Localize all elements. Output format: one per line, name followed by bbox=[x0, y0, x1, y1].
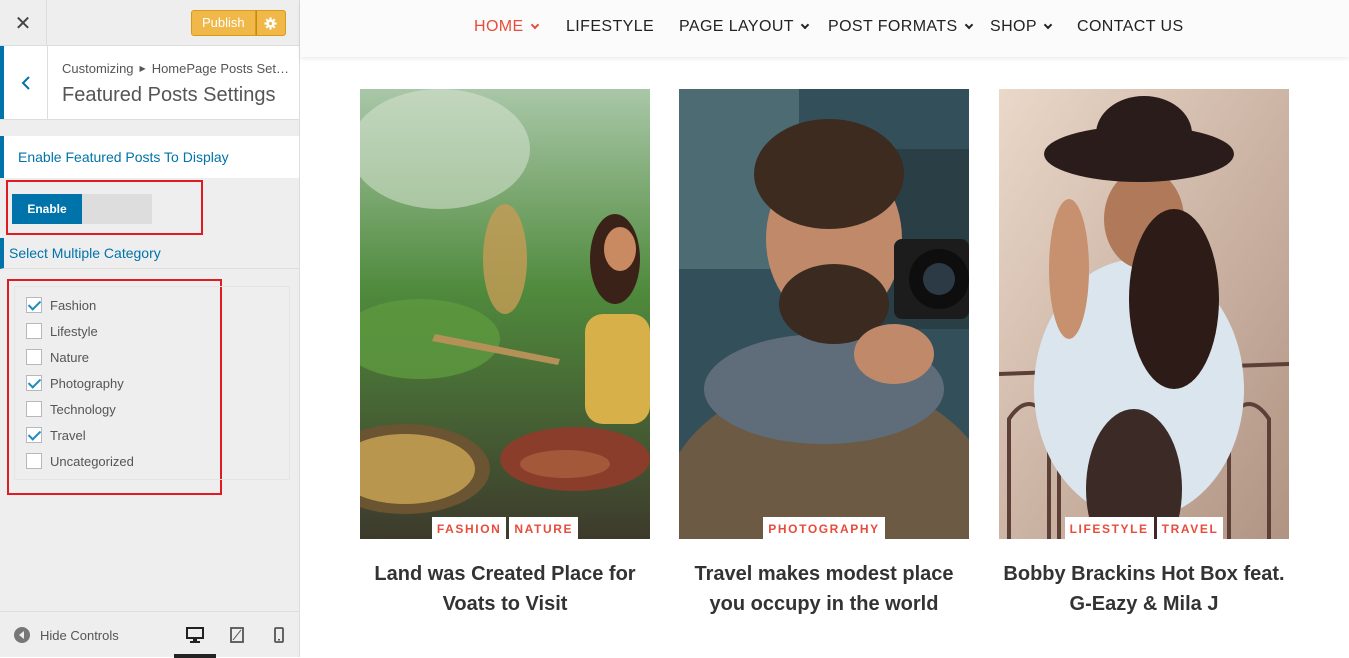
post-image-woman-hat[interactable]: LIFESTYLE TRAVEL bbox=[999, 89, 1289, 539]
category-label: Nature bbox=[50, 349, 90, 365]
category-label: Fashion bbox=[50, 297, 97, 313]
hide-controls-button[interactable]: Hide Controls bbox=[14, 612, 119, 658]
post-title[interactable]: Bobby Brackins Hot Box feat. G-Eazy & Mil… bbox=[989, 559, 1299, 619]
category-checkbox[interactable] bbox=[26, 401, 42, 417]
nav-item-home[interactable]: HOME bbox=[474, 18, 539, 36]
post-image-rice-winnowing[interactable]: FASHION NATURE bbox=[360, 89, 650, 539]
post-tags: FASHION NATURE bbox=[360, 517, 650, 539]
category-label: Lifestyle bbox=[50, 323, 98, 339]
close-customizer-button[interactable]: ✕ bbox=[0, 0, 47, 46]
tag-photography[interactable]: PHOTOGRAPHY bbox=[763, 517, 885, 539]
enable-toggle[interactable]: Enable bbox=[12, 194, 152, 224]
chevron-down-icon bbox=[800, 20, 810, 30]
section-header: Customizing ▶ HomePage Posts Setti... Feat… bbox=[0, 46, 299, 120]
customizer-header: ✕ Publish bbox=[0, 0, 299, 46]
publish-group: Publish bbox=[191, 10, 286, 36]
post-tags: PHOTOGRAPHY bbox=[679, 517, 969, 539]
nav-item-post-formats[interactable]: POST FORMATS bbox=[828, 18, 973, 36]
publish-settings-button[interactable] bbox=[255, 10, 286, 36]
post-image-photographer[interactable]: PHOTOGRAPHY bbox=[679, 89, 969, 539]
category-option-travel[interactable]: Travel bbox=[26, 427, 86, 443]
breadcrumb-root: Customizing bbox=[62, 61, 134, 76]
post-title[interactable]: Travel makes modest place you occupy in t… bbox=[669, 559, 979, 619]
hide-controls-label: Hide Controls bbox=[40, 627, 119, 643]
category-option-uncategorized[interactable]: Uncategorized bbox=[26, 453, 134, 469]
category-checkbox[interactable] bbox=[26, 297, 42, 313]
nav-item-shop[interactable]: SHOP bbox=[990, 18, 1053, 36]
category-heading: Select Multiple Category bbox=[0, 238, 299, 269]
category-option-technology[interactable]: Technology bbox=[26, 401, 116, 417]
tablet-icon bbox=[230, 627, 244, 643]
tag-nature[interactable]: NATURE bbox=[509, 517, 579, 539]
section-title: Featured Posts Settings bbox=[62, 84, 276, 106]
main-navigation: HOME LIFESTYLE PAGE LAYOUT POST FORMATS … bbox=[300, 0, 1349, 57]
category-checkbox[interactable] bbox=[26, 453, 42, 469]
site-preview: HOME LIFESTYLE PAGE LAYOUT POST FORMATS … bbox=[300, 0, 1349, 657]
enable-featured-heading: Enable Featured Posts To Display bbox=[0, 136, 299, 178]
publish-button[interactable]: Publish bbox=[191, 10, 256, 36]
tag-travel[interactable]: TRAVEL bbox=[1156, 517, 1224, 539]
nav-item-contact-us[interactable]: CONTACT US bbox=[1077, 18, 1184, 36]
tag-lifestyle[interactable]: LIFESTYLE bbox=[1064, 517, 1154, 539]
category-label: Photography bbox=[50, 375, 124, 391]
category-checkbox[interactable] bbox=[26, 375, 42, 391]
enable-toggle-highlight: Enable bbox=[6, 180, 203, 235]
nav-item-page-layout[interactable]: PAGE LAYOUT bbox=[679, 18, 810, 36]
nav-item-lifestyle[interactable]: LIFESTYLE bbox=[566, 18, 654, 36]
post-title[interactable]: Land was Created Place for Voats to Visit bbox=[350, 559, 660, 619]
mobile-preview-button[interactable] bbox=[268, 624, 290, 646]
category-checkbox[interactable] bbox=[26, 427, 42, 443]
customizer-sidebar: ✕ Publish Customizing ▶ HomePage Posts S… bbox=[0, 0, 300, 658]
category-checkbox[interactable] bbox=[26, 349, 42, 365]
category-list-highlight: Fashion Lifestyle Nature Photography Technol… bbox=[7, 279, 290, 495]
category-option-lifestyle[interactable]: Lifestyle bbox=[26, 323, 98, 339]
category-checkbox[interactable] bbox=[26, 323, 42, 339]
post-tags: LIFESTYLE TRAVEL bbox=[999, 517, 1289, 539]
breadcrumb: Customizing ▶ HomePage Posts Setti... bbox=[62, 61, 292, 76]
category-option-photography[interactable]: Photography bbox=[26, 375, 124, 391]
category-option-nature[interactable]: Nature bbox=[26, 349, 89, 365]
chevron-down-icon bbox=[530, 20, 539, 30]
close-icon: ✕ bbox=[14, 12, 32, 35]
breadcrumb-panel: HomePage Posts Setti... bbox=[151, 61, 292, 76]
chevron-down-icon bbox=[964, 20, 973, 30]
back-button[interactable] bbox=[0, 46, 48, 119]
category-list: Fashion Lifestyle Nature Photography Technol… bbox=[14, 286, 290, 480]
arrow-left-circle-icon bbox=[14, 627, 30, 643]
tablet-preview-button[interactable] bbox=[226, 624, 248, 646]
category-label: Travel bbox=[50, 427, 86, 443]
category-label: Uncategorized bbox=[50, 453, 134, 469]
triangle-right-icon: ▶ bbox=[139, 64, 146, 73]
mobile-icon bbox=[274, 627, 284, 643]
category-option-fashion[interactable]: Fashion bbox=[26, 297, 96, 313]
chevron-left-icon bbox=[21, 75, 30, 90]
toggle-enable-label: Enable bbox=[12, 194, 82, 224]
gear-icon bbox=[264, 16, 277, 30]
chevron-down-icon bbox=[1043, 20, 1053, 30]
customizer-footer: Hide Controls bbox=[0, 611, 299, 658]
tag-fashion[interactable]: FASHION bbox=[431, 517, 507, 539]
desktop-preview-button[interactable] bbox=[174, 624, 216, 658]
desktop-icon bbox=[186, 627, 204, 643]
category-label: Technology bbox=[50, 401, 116, 417]
